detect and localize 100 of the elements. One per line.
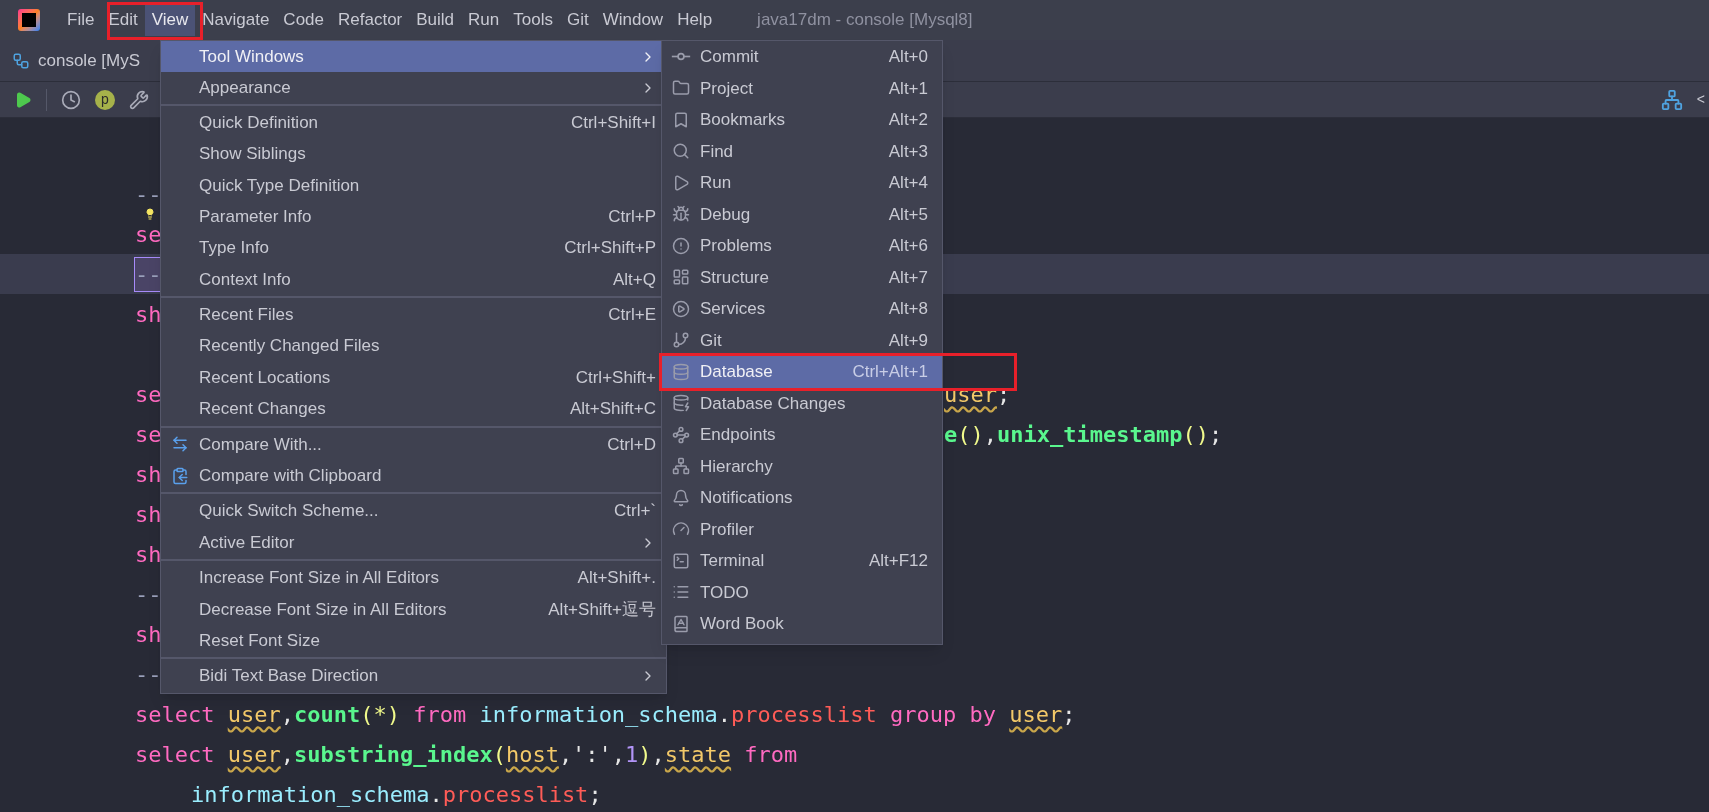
code-token: ;: [997, 380, 1011, 409]
code-token: se: [135, 380, 162, 409]
shortcut-label: Alt+8: [888, 298, 928, 320]
code-token: ,: [651, 740, 665, 769]
code-token: user: [227, 740, 281, 769]
code-token: substring_index: [293, 740, 493, 769]
shortcut-label: Alt+7: [888, 266, 928, 289]
shortcut-label: Alt+Shift+C: [570, 398, 656, 421]
code-token: --: [135, 580, 162, 609]
code-token: --: [135, 180, 162, 209]
shortcut-label: Alt+5: [888, 203, 928, 226]
code-token: (: [492, 740, 506, 769]
shortcut-label: Alt+9: [888, 329, 928, 352]
schema-badge[interactable]: p: [95, 89, 115, 110]
code-token: select: [135, 700, 216, 729]
code-token: host: [505, 740, 559, 769]
code-token: ): [638, 740, 652, 769]
code-token: sh: [135, 620, 162, 649]
menu-item[interactable]: Code: [276, 4, 331, 36]
code-token: processlist: [442, 780, 589, 809]
menu-item[interactable]: Debug Alt+5: [662, 198, 942, 230]
menu-item[interactable]: Problems Alt+6: [662, 230, 942, 262]
menu-item[interactable]: Navigate: [195, 4, 277, 36]
code-token: se: [135, 420, 162, 449]
menu-item[interactable]: Git: [559, 4, 596, 36]
toolbar-label: <: [1696, 90, 1705, 109]
menu-item[interactable]: Edit: [101, 4, 145, 36]
shortcut-label: Ctrl+Shift+P: [564, 237, 656, 260]
code-token: ,: [280, 740, 294, 769]
menu-item[interactable]: Run Alt+4: [662, 167, 942, 199]
menu-item[interactable]: Structure Alt+7: [662, 261, 942, 293]
shortcut-label: Ctrl+Shift+I: [570, 111, 656, 134]
code-token: (): [1182, 420, 1209, 449]
menu-item[interactable]: View: [144, 4, 196, 36]
code-token: (): [957, 420, 984, 449]
code-token: .: [717, 700, 732, 729]
code-token: 1: [625, 740, 639, 769]
shortcut-label: Alt+4: [888, 172, 928, 194]
menu-item[interactable]: Git Alt+9: [662, 324, 942, 356]
shortcut-label: Alt+2: [888, 109, 928, 131]
menu-item[interactable]: TODO: [662, 576, 942, 608]
code-token: --: [135, 660, 162, 689]
shortcut-label: Alt+1: [888, 77, 928, 100]
menu-item[interactable]: Help: [670, 4, 720, 36]
menu-item[interactable]: Bidi Text Base Direction: [161, 660, 666, 692]
shortcut-label: Ctrl+Shift+: [575, 366, 656, 389]
code-token: se: [135, 220, 162, 249]
menu-item[interactable]: File: [60, 4, 102, 36]
menu-item[interactable]: Refactor: [331, 4, 410, 36]
shortcut-label: Ctrl+D: [607, 433, 656, 456]
code-token: count: [293, 700, 361, 729]
code-token: ;: [1208, 420, 1223, 449]
shortcut-label: Alt+0: [888, 46, 928, 68]
code-token: sh: [135, 300, 162, 329]
menu-item[interactable]: Find Alt+3: [662, 135, 942, 167]
code-token: select: [135, 740, 216, 769]
shortcut-label: Alt+3: [888, 140, 928, 163]
code-token: --: [135, 260, 162, 289]
shortcut-label: Alt+Shift+逗号: [548, 598, 656, 621]
code-token: ;: [1062, 700, 1076, 729]
code-token: sh: [135, 500, 162, 529]
code-token: ,: [983, 420, 997, 449]
code-token: .: [429, 780, 443, 809]
code-token: user: [227, 700, 281, 729]
code-token: from: [412, 700, 468, 729]
code-token: information_schema: [479, 700, 718, 729]
editor-tab[interactable]: console [MyS: [12, 47, 141, 74]
shortcut-label: Alt+6: [888, 235, 928, 257]
menu-item[interactable]: Build: [409, 4, 462, 36]
menu-item[interactable]: Services Alt+8: [662, 293, 942, 325]
code-token: state: [664, 740, 732, 769]
code-token: ,: [280, 700, 294, 729]
menu-item[interactable]: Tools: [506, 4, 560, 36]
code-token: ;: [588, 780, 602, 809]
code-token: sh: [135, 540, 162, 569]
menu-item[interactable]: Window: [595, 4, 671, 36]
menu-item[interactable]: Database Ctrl+Alt+1: [662, 356, 942, 388]
shortcut-label: Alt+Q: [613, 268, 656, 291]
menu-item[interactable]: Database Changes: [662, 387, 942, 419]
window-title: java17dm - console [Mysql8]: [757, 9, 973, 32]
code-token: group by: [889, 700, 997, 729]
code-token: sh: [135, 460, 162, 489]
code-token: e: [944, 420, 958, 449]
shortcut-label: Ctrl+Alt+1: [852, 361, 928, 383]
shortcut-label: Alt+Shift+.: [577, 567, 656, 590]
shortcut-label: Ctrl+E: [608, 304, 656, 327]
shortcut-label: Ctrl+`: [613, 500, 656, 523]
menu-item[interactable]: Bookmarks Alt+2: [662, 104, 942, 136]
menu-item[interactable]: Project Alt+1: [662, 72, 942, 104]
menu-item[interactable]: Word Book: [662, 608, 942, 640]
menu-item[interactable]: Run: [461, 4, 507, 36]
shortcut-label: Alt+F12: [868, 550, 928, 572]
code-token: unix_timestamp: [997, 420, 1183, 449]
code-token: (*): [360, 700, 400, 729]
code-token: from: [743, 740, 798, 769]
shortcut-label: Ctrl+P: [608, 205, 656, 228]
code-token: user: [1009, 700, 1063, 729]
code-token: information_schema: [191, 780, 430, 809]
code-token: ,':',: [558, 740, 626, 769]
code-token: processlist: [731, 700, 877, 729]
